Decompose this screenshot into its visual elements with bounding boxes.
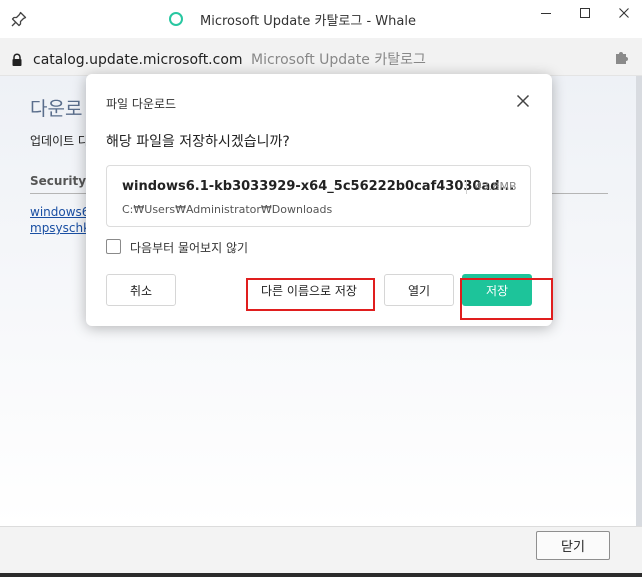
dialog-question: 해당 파일을 저장하시겠습니까? [106,134,290,150]
url-text[interactable]: catalog.update.microsoft.com Microsoft U… [33,49,426,69]
taskbar-strip [0,573,642,577]
file-download-dialog: 파일 다운로드 해당 파일을 저장하시겠습니까? windows6.1-kb30… [86,74,552,326]
window-title: Microsoft Update 카탈로그 - Whale [200,14,416,29]
dont-ask-again-checkbox[interactable] [106,239,121,254]
save-as-button[interactable]: 다른 이름으로 저장 [244,274,374,306]
minimize-button[interactable] [526,0,566,26]
page-edge [636,76,642,526]
footer-bar: 닫기 [0,526,642,577]
save-button[interactable]: 저장 [462,274,532,306]
file-path: C:₩Users₩Administrator₩Downloads [122,203,333,216]
open-button[interactable]: 열기 [384,274,454,306]
extension-puzzle-icon[interactable] [613,50,629,70]
download-link[interactable]: windows6. [30,205,93,219]
url-host: catalog.update.microsoft.com [33,52,243,68]
maximize-button[interactable] [565,0,605,26]
page-subtitle: 업데이트 다 [30,134,90,148]
url-page-title: Microsoft Update 카탈로그 [251,52,426,68]
address-bar[interactable]: catalog.update.microsoft.com Microsoft U… [0,38,642,76]
dont-ask-again-label[interactable]: 다음부터 물어보지 않기 [130,239,248,256]
close-icon[interactable] [514,92,532,110]
page-heading: 다운로 [30,98,83,120]
close-button[interactable]: 닫기 [536,531,610,560]
download-link[interactable]: mpsyschk [30,221,90,235]
file-info-box: windows6.1-kb3033929-x64_5c56222b0caf430… [106,165,531,227]
pin-icon[interactable] [9,9,29,29]
close-window-button[interactable] [604,0,642,26]
cancel-button[interactable]: 취소 [106,274,176,306]
whale-logo-icon [169,12,183,26]
title-bar: Microsoft Update 카탈로그 - Whale [0,0,642,38]
file-name: windows6.1-kb3033929-x64_5c56222b0caf430… [122,179,515,194]
lock-icon [11,52,23,71]
separator [466,180,467,194]
dialog-title: 파일 다운로드 [106,97,177,111]
file-size: 43.8MB [475,180,517,193]
